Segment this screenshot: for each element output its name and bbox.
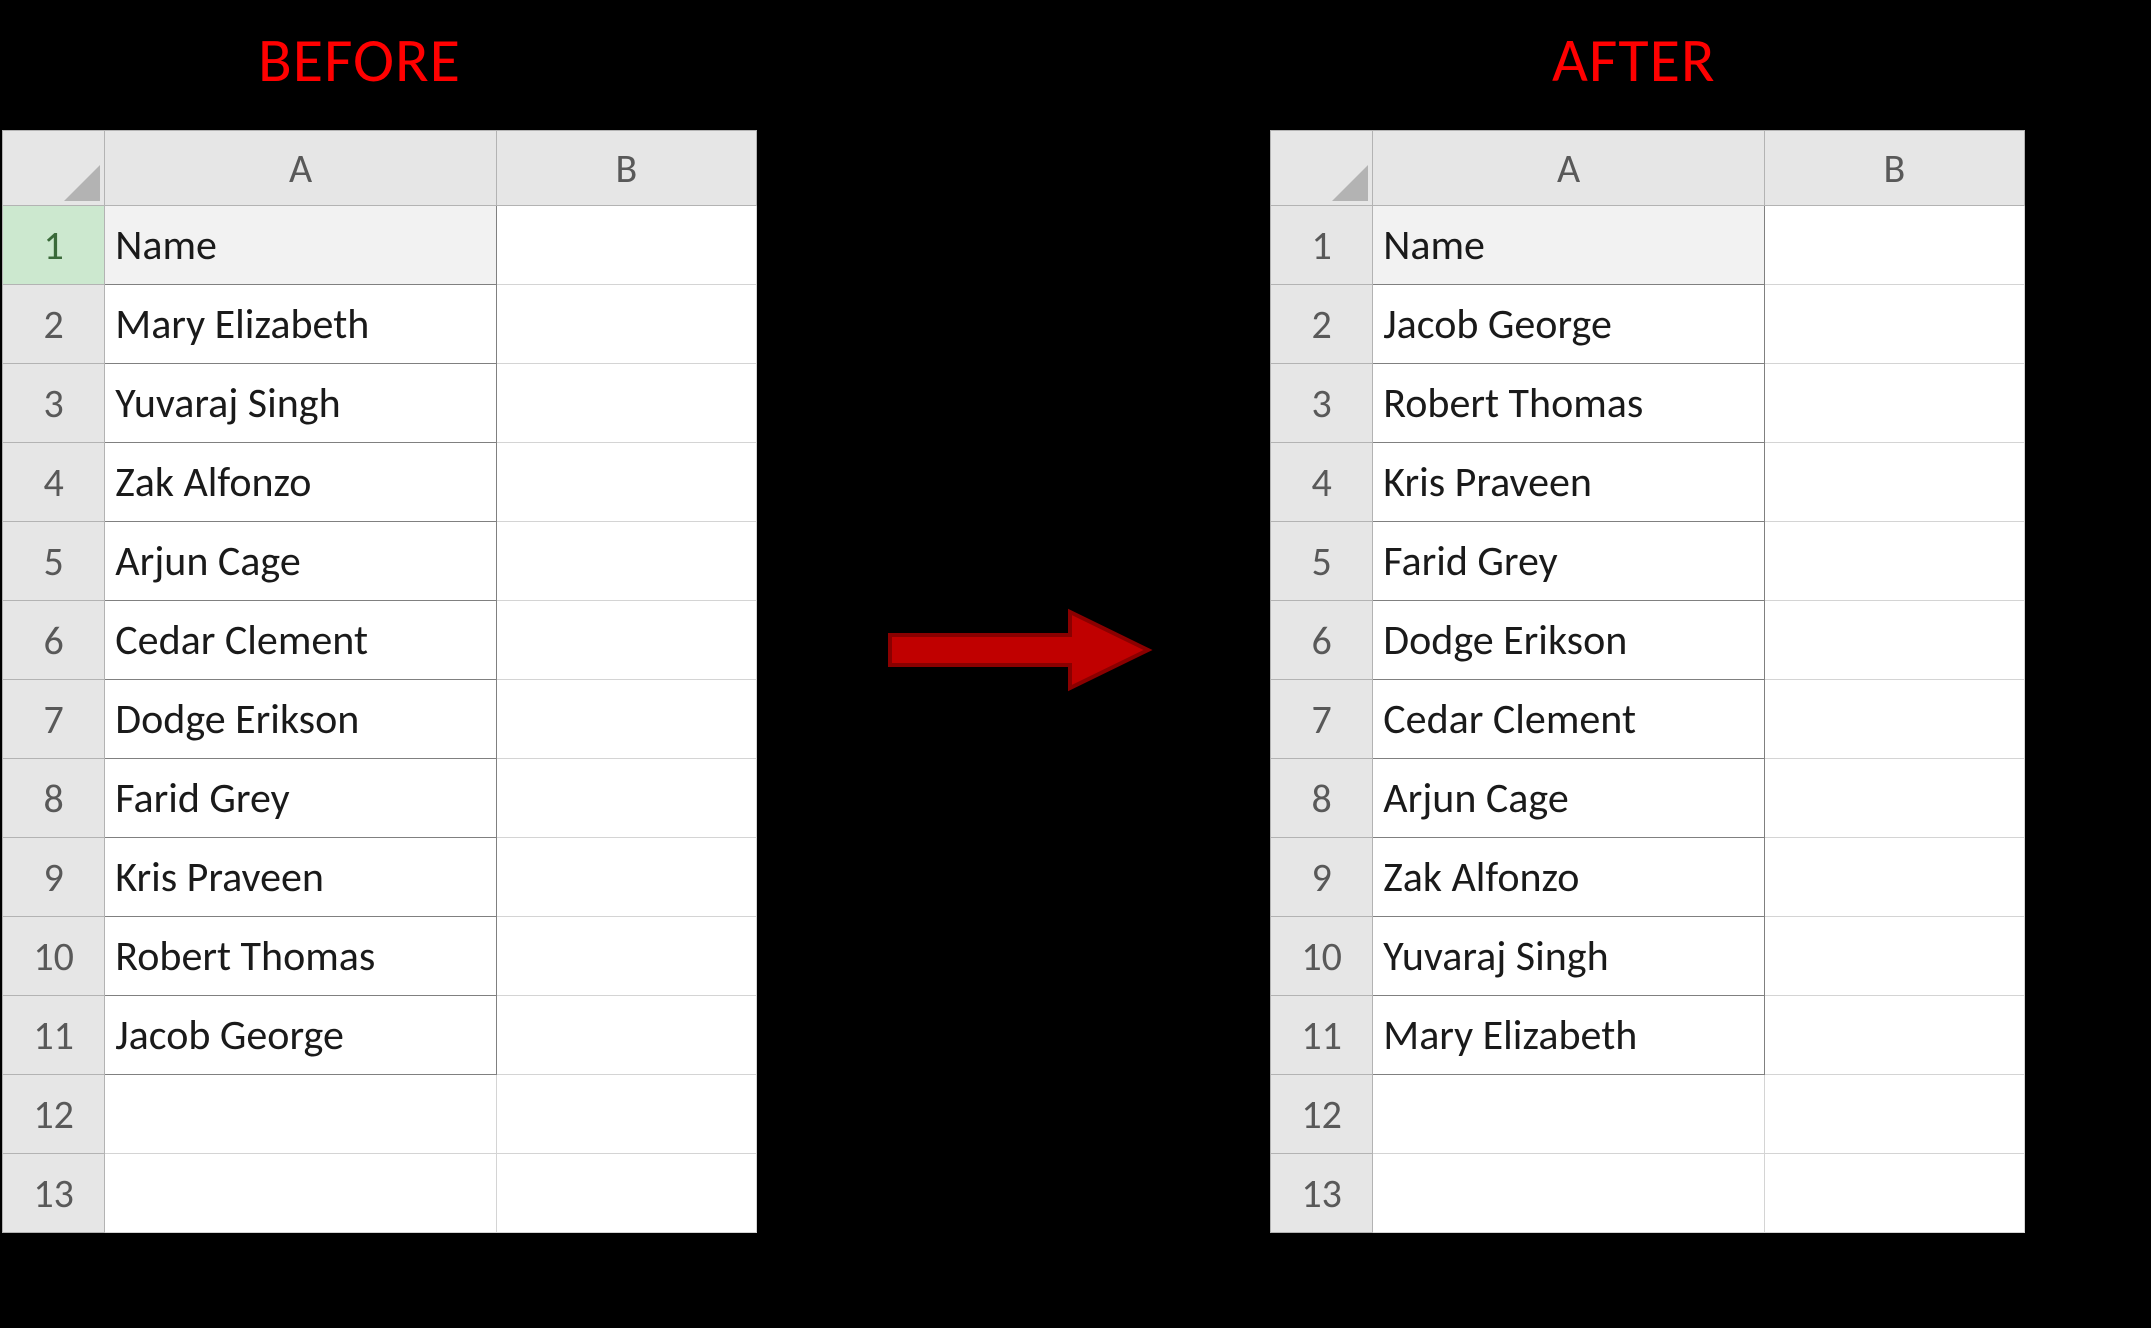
row-header[interactable]: 13 xyxy=(3,1154,105,1233)
column-header-a[interactable]: A xyxy=(1373,131,1765,206)
cell[interactable] xyxy=(105,1075,497,1154)
cell[interactable] xyxy=(496,443,756,522)
cell-name[interactable]: Yuvaraj Singh xyxy=(105,364,497,443)
row-header[interactable]: 12 xyxy=(3,1075,105,1154)
cell[interactable] xyxy=(496,680,756,759)
cell[interactable] xyxy=(496,917,756,996)
cell[interactable] xyxy=(1373,1075,1765,1154)
row-header[interactable]: 4 xyxy=(3,443,105,522)
row-header[interactable]: 10 xyxy=(3,917,105,996)
cell-name[interactable]: Farid Grey xyxy=(1373,522,1765,601)
cell[interactable] xyxy=(1764,522,2024,601)
cell-name[interactable]: Cedar Clement xyxy=(105,601,497,680)
row-header[interactable]: 9 xyxy=(3,838,105,917)
cell[interactable] xyxy=(1764,838,2024,917)
cell[interactable] xyxy=(1764,996,2024,1075)
cell-name[interactable]: Zak Alfonzo xyxy=(1373,838,1765,917)
cell-name[interactable]: Kris Praveen xyxy=(1373,443,1765,522)
select-all-triangle-icon xyxy=(64,165,100,201)
row-header[interactable]: 5 xyxy=(3,522,105,601)
row-header[interactable]: 11 xyxy=(3,996,105,1075)
row-header[interactable]: 3 xyxy=(1271,364,1373,443)
after-spreadsheet[interactable]: A B 1 Name 2 Jacob George 3 Robert Thoma… xyxy=(1270,130,2025,1233)
row-header[interactable]: 5 xyxy=(1271,522,1373,601)
cell[interactable] xyxy=(1764,680,2024,759)
column-header-b[interactable]: B xyxy=(1764,131,2024,206)
column-header-b[interactable]: B xyxy=(496,131,756,206)
cell[interactable] xyxy=(496,759,756,838)
cell[interactable] xyxy=(1373,1154,1765,1233)
row-header[interactable]: 3 xyxy=(3,364,105,443)
before-spreadsheet[interactable]: A B 1 Name 2 Mary Elizabeth 3 Yuvaraj Si… xyxy=(2,130,757,1233)
row-header[interactable]: 7 xyxy=(1271,680,1373,759)
cell[interactable] xyxy=(1764,443,2024,522)
row-header[interactable]: 7 xyxy=(3,680,105,759)
select-all-triangle-icon xyxy=(1332,165,1368,201)
row-header[interactable]: 8 xyxy=(3,759,105,838)
row-header[interactable]: 11 xyxy=(1271,996,1373,1075)
row-header[interactable]: 2 xyxy=(3,285,105,364)
cell[interactable] xyxy=(1764,364,2024,443)
row-header[interactable]: 6 xyxy=(1271,601,1373,680)
cell[interactable] xyxy=(496,1154,756,1233)
cell[interactable] xyxy=(105,1154,497,1233)
cell-name[interactable]: Arjun Cage xyxy=(1373,759,1765,838)
cell-header-name[interactable]: Name xyxy=(105,206,497,285)
row-header[interactable]: 1 xyxy=(3,206,105,285)
cell-name[interactable]: Zak Alfonzo xyxy=(105,443,497,522)
cell-name[interactable]: Arjun Cage xyxy=(105,522,497,601)
cell-name[interactable]: Dodge Erikson xyxy=(1373,601,1765,680)
cell-name[interactable]: Robert Thomas xyxy=(1373,364,1765,443)
cell[interactable] xyxy=(496,206,756,285)
cell-header-name[interactable]: Name xyxy=(1373,206,1765,285)
cell[interactable] xyxy=(496,285,756,364)
row-header[interactable]: 10 xyxy=(1271,917,1373,996)
cell[interactable] xyxy=(1764,917,2024,996)
cell[interactable] xyxy=(1764,285,2024,364)
row-header[interactable]: 6 xyxy=(3,601,105,680)
cell[interactable] xyxy=(1764,1154,2024,1233)
row-header[interactable]: 9 xyxy=(1271,838,1373,917)
before-title: BEFORE xyxy=(258,22,461,98)
cell[interactable] xyxy=(496,838,756,917)
arrow-right-icon xyxy=(880,600,1160,700)
cell-name[interactable]: Robert Thomas xyxy=(105,917,497,996)
cell-name[interactable]: Yuvaraj Singh xyxy=(1373,917,1765,996)
cell[interactable] xyxy=(496,522,756,601)
cell[interactable] xyxy=(496,364,756,443)
after-title: AFTER xyxy=(1552,22,1716,98)
row-header[interactable]: 2 xyxy=(1271,285,1373,364)
cell[interactable] xyxy=(1764,1075,2024,1154)
cell[interactable] xyxy=(1764,601,2024,680)
cell-name[interactable]: Jacob George xyxy=(105,996,497,1075)
cell-name[interactable]: Cedar Clement xyxy=(1373,680,1765,759)
cell[interactable] xyxy=(1764,759,2024,838)
cell-name[interactable]: Kris Praveen xyxy=(105,838,497,917)
select-all-corner[interactable] xyxy=(1271,131,1373,206)
select-all-corner[interactable] xyxy=(3,131,105,206)
column-header-a[interactable]: A xyxy=(105,131,497,206)
row-header[interactable]: 12 xyxy=(1271,1075,1373,1154)
row-header[interactable]: 8 xyxy=(1271,759,1373,838)
cell[interactable] xyxy=(496,601,756,680)
cell-name[interactable]: Mary Elizabeth xyxy=(105,285,497,364)
cell[interactable] xyxy=(496,996,756,1075)
row-header[interactable]: 1 xyxy=(1271,206,1373,285)
cell[interactable] xyxy=(1764,206,2024,285)
row-header[interactable]: 13 xyxy=(1271,1154,1373,1233)
cell-name[interactable]: Mary Elizabeth xyxy=(1373,996,1765,1075)
cell[interactable] xyxy=(496,1075,756,1154)
cell-name[interactable]: Jacob George xyxy=(1373,285,1765,364)
row-header[interactable]: 4 xyxy=(1271,443,1373,522)
cell-name[interactable]: Dodge Erikson xyxy=(105,680,497,759)
cell-name[interactable]: Farid Grey xyxy=(105,759,497,838)
